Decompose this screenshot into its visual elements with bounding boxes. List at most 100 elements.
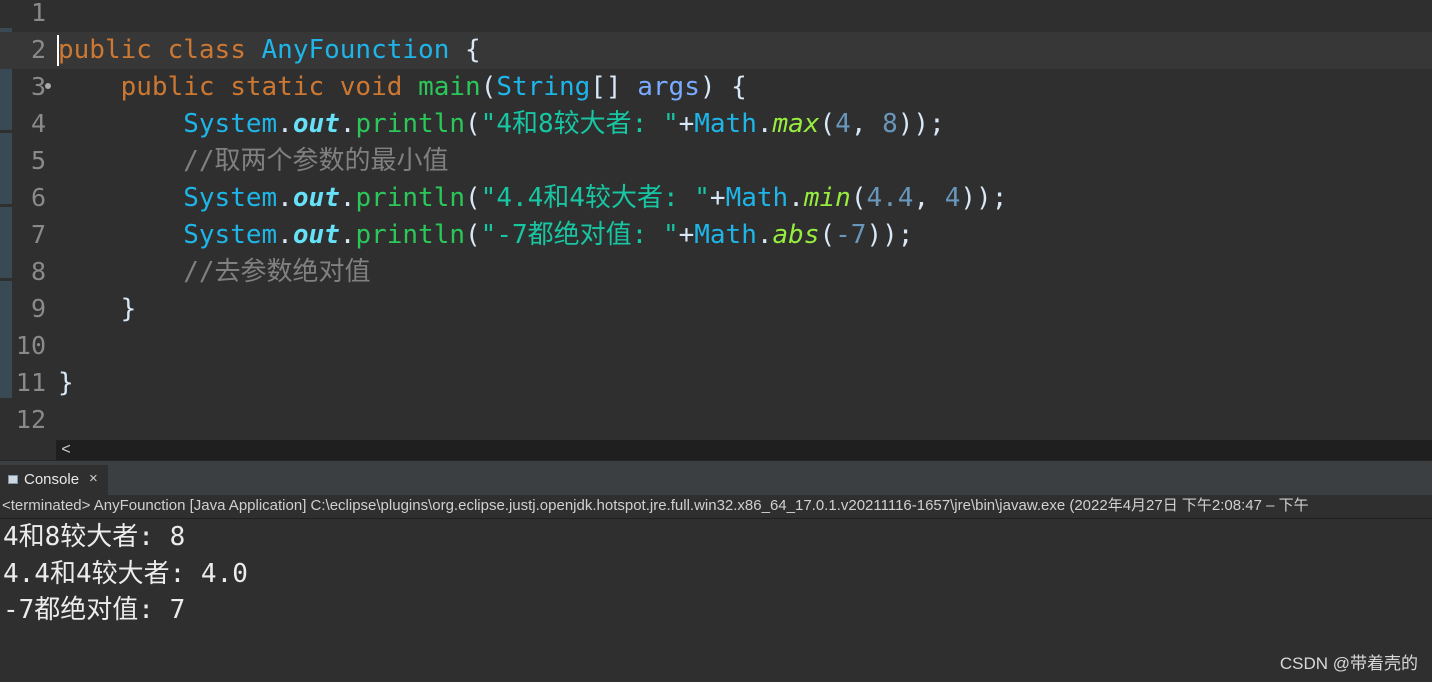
code-token: ( [465,109,481,139]
code-line[interactable]: 5 //取两个参数的最小值 [0,143,1432,180]
code-token: Math [725,183,789,213]
code-token: System [183,220,278,250]
code-token: ( [465,220,481,250]
code-token: Math [694,220,757,250]
tab-console-label: Console [24,471,80,488]
code-text: } [58,366,74,400]
code-token: "-7都绝对值: " [480,220,679,250]
code-text: public static void main(String[] args) { [58,70,747,104]
code-token: )); [866,220,914,250]
code-line[interactable]: 9 } [0,291,1432,328]
code-line[interactable]: 10 [0,328,1432,365]
code-token: abs [772,220,820,250]
code-line[interactable]: 12 [0,402,1432,439]
code-token: out [292,183,340,213]
code-token: ( [819,220,836,250]
console-output[interactable]: 4和8较大者: 8 4.4和4较大者: 4.0 -7都绝对值: 7 [0,519,1432,682]
code-token: 4 [944,183,961,213]
code-token: )); [960,183,1008,213]
code-token: . [277,183,293,213]
code-line[interactable]: 1 [0,0,1432,32]
code-token: println [355,220,466,250]
code-line[interactable]: 8 //去参数绝对值 [0,254,1432,291]
code-token: -7 [835,220,867,250]
code-token: [] [590,72,638,102]
code-token: System [183,183,278,213]
code-line[interactable]: 2 public class AnyFounction { [0,32,1432,69]
code-token: )); [897,109,945,139]
code-text: System.out.println("4.4和4较大者: "+Math.min… [58,181,1007,215]
line-number: 7 [30,220,46,249]
code-token: args [637,72,700,102]
code-token: { [449,35,481,65]
code-token: . [756,220,773,250]
code-line[interactable]: 6 System.out.println("4.4和4较大者: "+Math.m… [0,180,1432,217]
console-output-line: 4.4和4较大者: 4.0 [3,559,248,589]
code-token: + [709,183,726,213]
code-token: static [230,72,325,102]
code-token: + [678,220,695,250]
code-token: void [339,72,403,102]
scroll-left-icon[interactable]: < [58,440,74,460]
code-token: 4 [835,109,851,139]
code-token: main [418,72,481,102]
code-token: AnyFounction [261,35,450,65]
code-token: min [803,183,851,213]
line-number: 9 [30,294,46,323]
code-token: //取两个参数的最小值 [183,146,449,176]
code-line[interactable]: 11} [0,365,1432,402]
code-token: println [355,109,466,139]
code-text: System.out.println("4和8较大者: "+Math.max(4… [58,107,945,141]
line-number: 1 [30,0,46,27]
code-token: 8 [882,109,898,139]
code-token: . [339,109,356,139]
watermark: CSDN @带着壳的 [1279,654,1418,673]
console-status: <terminated> AnyFounction [Java Applicat… [2,497,1309,514]
code-token: //去参数绝对值 [183,257,371,287]
code-token: System [183,109,278,139]
code-text: } [58,292,137,326]
code-token: ( [850,183,867,213]
line-number: 11 [15,368,46,397]
code-token: + [678,109,695,139]
code-token: 4.4 [866,183,914,213]
console-output-line: 4和8较大者: 8 [3,522,186,552]
code-token: out [292,109,340,139]
code-token: . [339,220,356,250]
code-token: . [756,109,773,139]
code-line[interactable]: 7 System.out.println("-7都绝对值: "+Math.abs… [0,217,1432,254]
console-icon [8,475,18,484]
fold-marker-icon[interactable] [45,83,51,89]
code-line[interactable]: 3 public static void main(String[] args)… [0,69,1432,106]
code-token: , [913,183,945,213]
code-token: public [58,35,152,65]
code-token: } [58,294,137,324]
close-icon[interactable]: × [89,470,98,487]
code-token: class [167,35,246,65]
tab-console[interactable]: Console × [0,465,108,495]
console-output-line: -7都绝对值: 7 [3,595,186,625]
code-line[interactable]: 4 System.out.println("4和8较大者: "+Math.max… [0,106,1432,143]
code-token: ( [480,72,497,102]
code-token: String [496,72,591,102]
horizontal-scrollbar[interactable]: < [56,440,1432,460]
code-token: . [277,109,293,139]
line-number: 8 [30,257,46,286]
code-token: . [788,183,804,213]
line-number: 10 [15,331,46,360]
line-number: 4 [30,109,46,138]
code-editor[interactable]: 1 2 public class AnyFounction {3 public st… [0,0,1432,440]
code-token: . [277,220,293,250]
code-text: public class AnyFounction { [58,33,481,67]
code-token: ( [819,109,836,139]
code-token: ( [465,183,481,213]
line-number: 6 [30,183,46,212]
